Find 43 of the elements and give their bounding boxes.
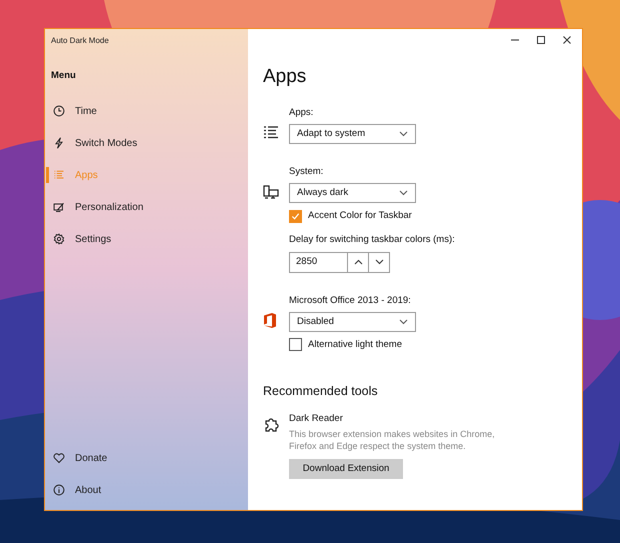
number-spinner[interactable]: 2850 [289,252,390,272]
tool-description: This browser extension makes websites in Chrome, Firefox and Edge respect the system theme. [289,428,496,452]
field-label: Delay for switching taskbar colors (ms): [289,233,455,248]
window-title: Auto Dark Mode [51,35,110,47]
nav-item[interactable]: Switch Modes [75,136,138,151]
section-heading: Recommended tools [263,383,379,400]
puzzle-icon [263,416,279,433]
tool-name: Dark Reader [289,412,344,426]
checkmark-icon [291,212,300,221]
chevron-down-icon [399,190,408,196]
checkbox-label: Alternative light theme [308,338,402,352]
list-icon [263,124,279,139]
checkbox[interactable] [289,210,302,223]
list-icon [53,169,65,182]
field-label: Microsoft Office 2013 - 2019: [289,294,412,308]
chevron-down-icon[interactable] [374,259,384,265]
info-icon [53,484,65,496]
page-title: Apps [263,65,308,89]
chevron-down-icon [399,318,408,325]
dropdown[interactable]: Adapt to system [289,124,416,144]
dropdown[interactable]: Always dark [289,183,416,203]
maximize-icon[interactable] [534,33,548,47]
nav-item[interactable]: About [75,482,102,498]
dropdown[interactable]: Disabled [289,312,416,332]
settings-icon [53,233,65,246]
nav-item[interactable]: Personalization [75,200,144,215]
heart-icon [53,452,65,464]
checkbox[interactable] [289,338,302,352]
computer-icon [263,184,279,199]
pen-screen-icon [53,201,65,214]
menu-heading: Menu [51,69,77,83]
chevron-up-icon[interactable] [354,259,362,265]
clock-icon [53,105,65,118]
checkbox-label: Accent Color for Taskbar [308,209,412,223]
chevron-down-icon [399,130,408,137]
field-label: Apps: [289,106,314,120]
nav-item[interactable]: Settings [75,232,112,247]
nav-item[interactable]: Time [75,104,97,119]
field-label: System: [289,164,324,179]
download-button[interactable]: Download Extension [289,459,403,479]
office-logo-icon [263,312,277,328]
lightning-icon [53,137,65,150]
nav-item[interactable]: Donate [75,450,108,466]
